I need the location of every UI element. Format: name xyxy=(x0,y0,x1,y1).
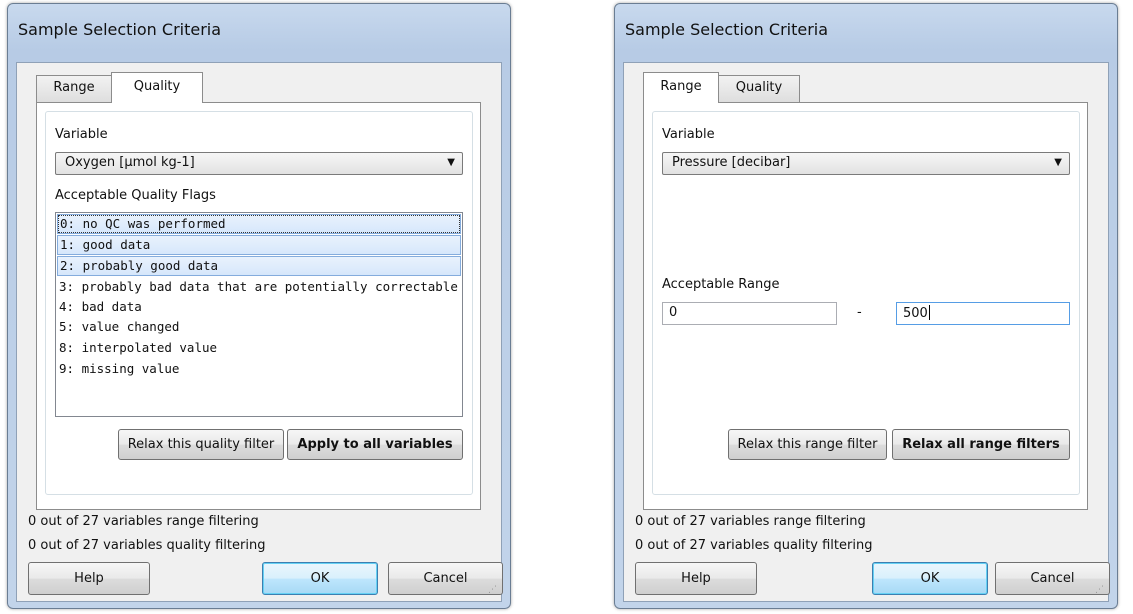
apply-to-all-variables-button[interactable]: Apply to all variables xyxy=(287,429,463,460)
ok-button[interactable]: OK xyxy=(872,562,988,595)
resize-grip-icon[interactable]: ⋰ xyxy=(488,586,498,598)
quality-groupbox: Variable Oxygen [µmol kg-1] ▼ Acceptable… xyxy=(45,111,473,495)
range-separator: - xyxy=(857,305,862,320)
flags-label: Acceptable Quality Flags xyxy=(55,188,216,203)
tab-range[interactable]: Range xyxy=(643,72,719,103)
relax-all-range-filters-button[interactable]: Relax all range filters xyxy=(892,429,1070,460)
variable-dropdown[interactable]: Pressure [decibar] ▼ xyxy=(662,152,1070,175)
variable-label: Variable xyxy=(55,127,108,142)
status-range-filtering: 0 out of 27 variables range filtering xyxy=(635,514,866,529)
status-quality-filtering: 0 out of 27 variables quality filtering xyxy=(28,538,266,553)
tab-quality[interactable]: Quality xyxy=(718,75,800,102)
status-range-filtering: 0 out of 27 variables range filtering xyxy=(28,514,259,529)
dialog-title: Sample Selection Criteria xyxy=(625,20,829,39)
range-groupbox: Variable Pressure [decibar] ▼ Acceptable… xyxy=(652,111,1080,495)
acceptable-range-label: Acceptable Range xyxy=(662,277,780,292)
flag-item-4[interactable]: 4: bad data xyxy=(57,297,461,317)
range-min-value: 0 xyxy=(669,305,678,320)
tab-range[interactable]: Range xyxy=(36,75,112,102)
tab-quality[interactable]: Quality xyxy=(111,72,203,103)
flag-item-1[interactable]: 1: good data xyxy=(57,235,461,255)
relax-quality-filter-button[interactable]: Relax this quality filter xyxy=(118,429,284,460)
range-tab-page: Variable Pressure [decibar] ▼ Acceptable… xyxy=(643,102,1088,510)
variable-dropdown-value: Pressure [decibar] xyxy=(672,155,791,170)
flag-item-3[interactable]: 3: probably bad data that are potentiall… xyxy=(57,277,461,297)
flag-item-9[interactable]: 9: missing value xyxy=(57,359,461,379)
help-button[interactable]: Help xyxy=(28,562,150,595)
range-max-text: 500 xyxy=(903,306,928,321)
dialog-title: Sample Selection Criteria xyxy=(18,20,222,39)
variable-label: Variable xyxy=(662,127,715,142)
sample-selection-dialog-range: Sample Selection Criteria Range Quality … xyxy=(614,3,1118,609)
flag-item-8[interactable]: 8: interpolated value xyxy=(57,338,461,358)
flag-item-0[interactable]: 0: no QC was performed xyxy=(57,214,461,234)
range-min-input[interactable]: 0 xyxy=(662,302,837,325)
chevron-down-icon: ▼ xyxy=(1054,157,1062,168)
status-quality-filtering: 0 out of 27 variables quality filtering xyxy=(635,538,873,553)
dialog-client-area: Range Quality Variable Pressure [decibar… xyxy=(623,62,1110,602)
resize-grip-icon[interactable]: ⋰ xyxy=(1095,586,1105,598)
relax-range-filter-button[interactable]: Relax this range filter xyxy=(728,429,887,460)
range-max-value: 500 xyxy=(903,305,930,321)
chevron-down-icon: ▼ xyxy=(447,157,455,168)
cancel-button[interactable]: Cancel xyxy=(995,562,1110,595)
cancel-button[interactable]: Cancel xyxy=(388,562,503,595)
text-caret xyxy=(928,305,930,320)
quality-tab-page: Variable Oxygen [µmol kg-1] ▼ Acceptable… xyxy=(36,102,481,510)
dialog-client-area: Range Quality Variable Oxygen [µmol kg-1… xyxy=(16,62,503,602)
flag-item-5[interactable]: 5: value changed xyxy=(57,317,461,337)
sample-selection-dialog-quality: Sample Selection Criteria Range Quality … xyxy=(7,3,511,609)
help-button[interactable]: Help xyxy=(635,562,757,595)
ok-button[interactable]: OK xyxy=(262,562,378,595)
variable-dropdown-value: Oxygen [µmol kg-1] xyxy=(65,155,195,170)
range-max-input[interactable]: 500 xyxy=(896,302,1070,325)
quality-flags-listbox[interactable]: 0: no QC was performed 1: good data 2: p… xyxy=(55,212,463,417)
variable-dropdown[interactable]: Oxygen [µmol kg-1] ▼ xyxy=(55,152,463,175)
flag-item-2[interactable]: 2: probably good data xyxy=(57,256,461,276)
